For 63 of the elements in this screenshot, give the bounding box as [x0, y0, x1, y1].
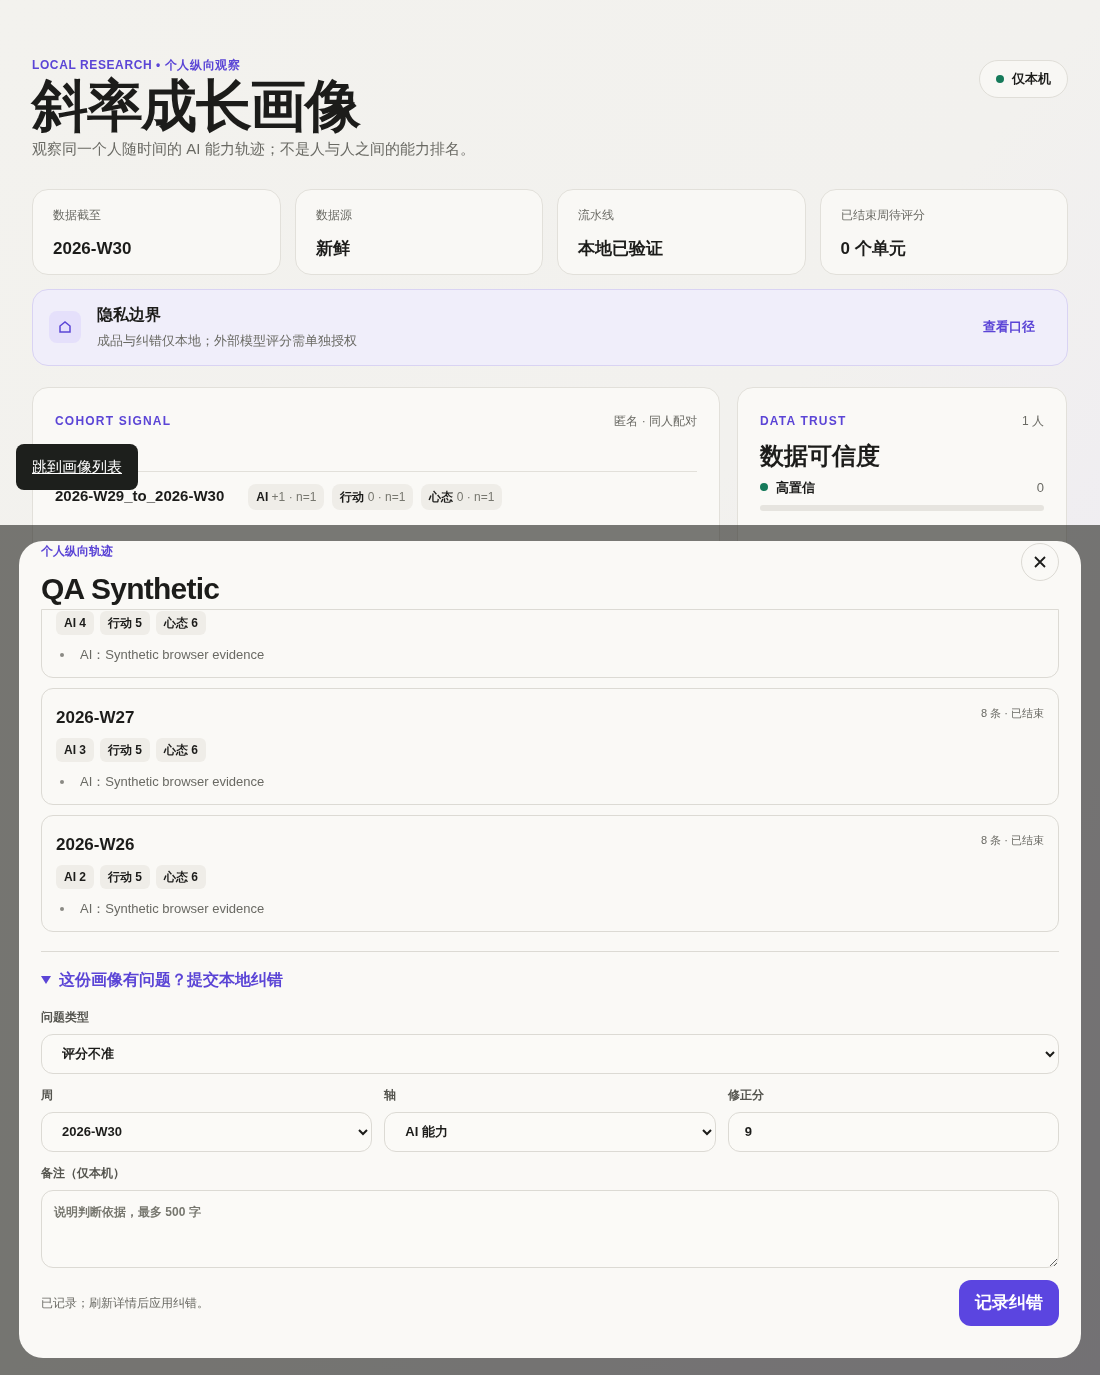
- stat-value: 本地已验证: [578, 237, 664, 260]
- stat-label: 数据截至: [53, 206, 102, 224]
- week-meta: 8 条 · 已结束: [981, 705, 1044, 721]
- eyebrow-text: LOCAL RESEARCH • 个人纵向观察: [32, 57, 242, 74]
- page-title: 斜率成长画像: [32, 74, 362, 138]
- confidence-label: 高置信: [776, 478, 816, 497]
- week-meta: 8 条 · 已结束: [981, 832, 1044, 848]
- evidence-text: AI：Synthetic browser evidence: [79, 773, 265, 791]
- modal-title: QA Synthetic: [41, 571, 221, 607]
- field-label: 周: [41, 1086, 54, 1104]
- score-chip: AI +1 · n=1: [248, 483, 325, 510]
- field-label: 修正分: [727, 1086, 765, 1104]
- field-label: 轴: [384, 1086, 398, 1104]
- select-field[interactable]: 评分不准: [41, 1033, 1059, 1074]
- score-chip: 心态 6: [156, 738, 207, 762]
- privacy-text: 成品与纠错仅本地；外部模型评分需单独授权: [97, 332, 358, 351]
- stat-label: 流水线: [578, 206, 615, 224]
- stat-label: 已结束周待评分: [840, 206, 926, 224]
- tooltip: 跳到画像列表: [16, 443, 138, 490]
- section-eyebrow: COHORT SIGNAL: [55, 412, 172, 430]
- badge-label: 仅本机: [1012, 70, 1051, 88]
- score-chip: 行动 5: [100, 865, 151, 889]
- stat-value: 2026-W30: [53, 237, 133, 260]
- score-chip: AI 4: [56, 611, 94, 635]
- close-button[interactable]: [1021, 543, 1059, 581]
- bullet-icon: [60, 779, 64, 784]
- score-chip: 心态 0 · n=1: [421, 483, 503, 510]
- modal-eyebrow: 个人纵向轨迹: [41, 543, 114, 560]
- home-icon: [49, 311, 81, 343]
- bullet-icon: [60, 906, 64, 911]
- person-count: 1 人: [1022, 412, 1044, 430]
- score-chip: 心态 6: [156, 865, 207, 889]
- privacy-title: 隐私边界: [97, 305, 162, 326]
- bullet-icon: [60, 652, 64, 657]
- select-field[interactable]: 2026-W30: [41, 1111, 373, 1152]
- score-chip: 行动 5: [100, 738, 151, 762]
- score-chip: AI 2: [56, 865, 94, 889]
- correction-toggle[interactable]: 这份画像有问题？提交本地纠错: [41, 967, 283, 992]
- status-text: 已记录；刷新详情后应用纠错。: [41, 1294, 209, 1312]
- week-title: 2026-W27: [56, 706, 135, 729]
- stat-label: 数据源: [315, 206, 353, 224]
- week-title: 2026-W26: [56, 833, 135, 856]
- evidence-text: AI：Synthetic browser evidence: [79, 900, 265, 918]
- section-eyebrow: DATA TRUST: [760, 412, 847, 430]
- confidence-value: 0: [1036, 478, 1044, 497]
- stat-value: 新鲜: [315, 237, 351, 260]
- score-chip: AI 3: [56, 738, 94, 762]
- score-chip: 行动 5: [100, 611, 151, 635]
- note-field[interactable]: 说明判断依据，最多 500 字: [41, 1189, 1059, 1268]
- score-chip: 行动 0 · n=1: [332, 483, 414, 510]
- score-chip: 心态 6: [156, 611, 207, 635]
- submit-button[interactable]: 记录纠错: [959, 1279, 1059, 1326]
- close-icon: [1034, 556, 1046, 568]
- evidence-text: AI：Synthetic browser evidence: [79, 646, 265, 664]
- page-subtitle: 观察同一个人随时间的 AI 能力轨迹；不是人与人之间的能力排名。: [32, 139, 475, 159]
- input-field[interactable]: 9: [727, 1111, 1059, 1152]
- stat-value: 0 个单元: [840, 237, 907, 260]
- select-field[interactable]: AI 能力: [384, 1111, 716, 1152]
- trust-title: 数据可信度: [760, 440, 881, 471]
- view-link[interactable]: 查看口径: [983, 317, 1035, 337]
- cohort-meta: 匿名 · 同人配对: [614, 412, 697, 430]
- field-label: 备注（仅本机）: [41, 1164, 126, 1182]
- field-label: 问题类型: [41, 1008, 90, 1026]
